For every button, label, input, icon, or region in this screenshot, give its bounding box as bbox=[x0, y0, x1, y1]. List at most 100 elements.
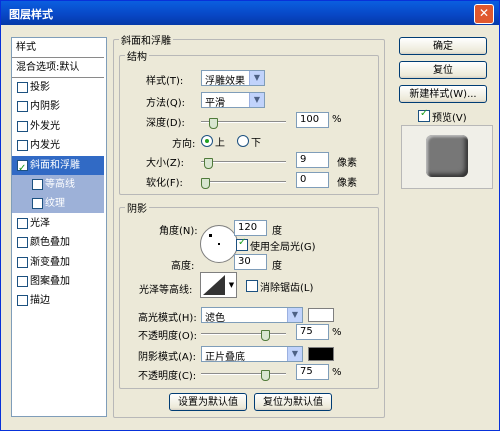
style-item[interactable]: 内阴影 bbox=[12, 97, 104, 116]
soften-slider-thumb[interactable] bbox=[201, 178, 210, 189]
make-default-button[interactable]: 设置为默认值 bbox=[169, 393, 247, 411]
style-item[interactable]: 描边 bbox=[12, 291, 104, 310]
shadow-opacity-unit: % bbox=[332, 367, 342, 378]
style-item-checkbox[interactable] bbox=[17, 82, 28, 93]
chevron-down-icon: ▼ bbox=[249, 93, 264, 107]
style-item-checkbox[interactable] bbox=[17, 256, 28, 268]
depth-slider-thumb[interactable] bbox=[209, 118, 218, 129]
style-item-label: 内发光 bbox=[30, 140, 60, 152]
depth-input[interactable]: 100 bbox=[296, 112, 329, 128]
global-light-checkbox[interactable] bbox=[236, 237, 248, 251]
shadow-color-swatch[interactable] bbox=[308, 347, 334, 361]
style-item[interactable]: 外发光 bbox=[12, 117, 104, 136]
style-item-checkbox[interactable] bbox=[17, 217, 28, 229]
style-item-checkbox[interactable] bbox=[17, 120, 28, 132]
depth-unit: % bbox=[332, 114, 342, 125]
highlight-color-swatch[interactable] bbox=[308, 308, 334, 322]
style-item-label: 斜面和浮雕 bbox=[30, 159, 80, 171]
style-item-label: 光泽 bbox=[30, 217, 50, 229]
chevron-down-icon: ▼ bbox=[287, 347, 302, 361]
highlight-opacity-thumb[interactable] bbox=[261, 330, 270, 341]
style-item-checkbox[interactable] bbox=[17, 237, 28, 249]
highlight-mode-select[interactable]: 滤色 ▼ bbox=[201, 307, 303, 324]
style-item[interactable]: 等高线 bbox=[12, 175, 104, 194]
size-unit: 像素 bbox=[337, 158, 357, 169]
technique-label: 方法(Q): bbox=[146, 98, 186, 109]
style-item-label: 纹理 bbox=[45, 198, 65, 210]
style-label: 样式(T): bbox=[146, 76, 184, 87]
size-slider-thumb[interactable] bbox=[204, 158, 214, 169]
shadow-opacity-thumb[interactable] bbox=[261, 370, 270, 381]
style-preview-thumbnail bbox=[426, 135, 468, 177]
window-title: 图层样式 bbox=[9, 8, 53, 21]
gloss-contour-picker[interactable] bbox=[200, 272, 228, 298]
reset-to-default-button[interactable]: 复位为默认值 bbox=[254, 393, 332, 411]
styles-list: 样式 混合选项:默认 投影 内阴影 外发光 内发光 ✓ 斜面和浮雕 等高线 纹理 光泽 颜色叠加渐… bbox=[11, 37, 107, 417]
shadow-opacity-input[interactable]: 75 bbox=[296, 364, 329, 380]
shading-title: 阴影 bbox=[125, 200, 149, 215]
soften-input[interactable]: 0 bbox=[296, 172, 329, 188]
layer-style-dialog: 图层样式 ✕ 样式 混合选项:默认 投影 内阴影 外发光 内发光 ✓ 斜面和浮雕 等高线 纹理… bbox=[0, 0, 500, 431]
style-item-checkbox[interactable] bbox=[17, 140, 28, 152]
style-item[interactable]: 颜色叠加 bbox=[12, 233, 104, 252]
style-item-label: 内阴影 bbox=[30, 101, 60, 113]
close-icon[interactable]: ✕ bbox=[474, 4, 494, 24]
styles-header[interactable]: 样式 bbox=[12, 38, 104, 57]
angle-unit: 度 bbox=[272, 226, 282, 237]
chevron-down-icon[interactable]: ▼ bbox=[227, 272, 237, 298]
style-item[interactable]: ✓ 斜面和浮雕 bbox=[12, 155, 104, 175]
shadow-opacity-track[interactable] bbox=[201, 373, 286, 375]
angle-dial-center bbox=[218, 243, 220, 245]
style-item[interactable]: 光泽 bbox=[12, 214, 104, 233]
technique-select-value: 平滑 bbox=[205, 98, 225, 109]
style-item-checkbox[interactable] bbox=[17, 101, 28, 113]
chevron-down-icon: ▼ bbox=[249, 71, 264, 85]
style-item[interactable]: 渐变叠加 bbox=[12, 253, 104, 272]
soften-slider-track[interactable] bbox=[201, 181, 286, 183]
structure-title: 结构 bbox=[125, 48, 149, 63]
title-bar[interactable]: 图层样式 ✕ bbox=[1, 1, 499, 25]
style-item[interactable]: 图案叠加 bbox=[12, 272, 104, 291]
global-light-label: 使用全局光(G) bbox=[250, 242, 316, 253]
altitude-label: 高度: bbox=[171, 261, 195, 272]
soften-label: 软化(F): bbox=[146, 178, 183, 189]
style-item-checkbox[interactable] bbox=[32, 179, 43, 190]
angle-input[interactable]: 120 bbox=[234, 220, 267, 236]
blending-options-item[interactable]: 混合选项:默认 bbox=[12, 58, 104, 77]
altitude-input[interactable]: 30 bbox=[234, 254, 267, 270]
style-item-label: 外发光 bbox=[30, 120, 60, 132]
reset-button[interactable]: 复位 bbox=[399, 61, 487, 79]
angle-dial[interactable] bbox=[200, 225, 238, 263]
style-item-checkbox[interactable] bbox=[17, 276, 28, 287]
style-item-checkbox[interactable]: ✓ bbox=[17, 159, 28, 174]
direction-down-radio[interactable] bbox=[237, 135, 249, 147]
size-input[interactable]: 9 bbox=[296, 152, 329, 168]
technique-select[interactable]: 平滑 ▼ bbox=[201, 92, 265, 109]
shadow-mode-label: 阴影模式(A): bbox=[138, 352, 197, 363]
anti-alias-label: 消除锯齿(L) bbox=[260, 283, 314, 294]
highlight-opacity-track[interactable] bbox=[201, 333, 286, 335]
preview-checkbox[interactable] bbox=[418, 108, 430, 122]
ok-button[interactable]: 确定 bbox=[399, 37, 487, 55]
highlight-opacity-input[interactable]: 75 bbox=[296, 324, 329, 340]
direction-up-radio[interactable] bbox=[201, 135, 213, 147]
size-slider-track[interactable] bbox=[201, 161, 286, 163]
soften-unit: 像素 bbox=[337, 178, 357, 189]
direction-up-label: 上 bbox=[215, 138, 225, 149]
style-item-checkbox[interactable] bbox=[32, 198, 43, 210]
bevel-emboss-title: 斜面和浮雕 bbox=[119, 32, 173, 47]
style-item[interactable]: 纹理 bbox=[12, 194, 104, 214]
direction-label: 方向: bbox=[172, 139, 196, 150]
shadow-mode-select[interactable]: 正片叠底 ▼ bbox=[201, 346, 303, 363]
style-item[interactable]: 投影 bbox=[12, 78, 104, 97]
style-item[interactable]: 内发光 bbox=[12, 136, 104, 155]
style-select[interactable]: 浮雕效果 ▼ bbox=[201, 70, 265, 87]
new-style-button[interactable]: 新建样式(W)... bbox=[399, 85, 487, 103]
direction-down-label: 下 bbox=[251, 138, 261, 149]
preview-label: 预览(V) bbox=[432, 113, 467, 124]
style-item-label: 颜色叠加 bbox=[30, 237, 70, 249]
size-label: 大小(Z): bbox=[146, 158, 185, 169]
style-item-checkbox[interactable] bbox=[17, 295, 28, 307]
angle-label: 角度(N): bbox=[159, 226, 198, 237]
anti-alias-checkbox[interactable] bbox=[246, 280, 258, 292]
